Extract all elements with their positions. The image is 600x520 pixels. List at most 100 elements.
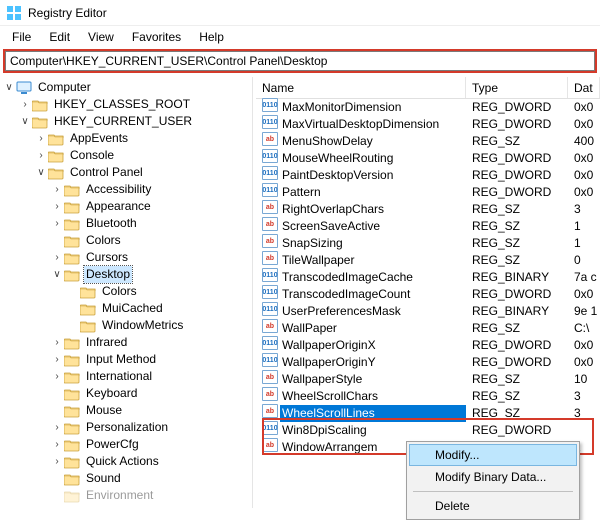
tree-infrared[interactable]: ›Infrared xyxy=(0,334,252,351)
value-name: UserPreferencesMask xyxy=(280,303,466,320)
value-row[interactable]: ScreenSaveActiveREG_SZ1 xyxy=(256,218,600,235)
tree-sound[interactable]: Sound xyxy=(0,470,252,487)
value-type: REG_DWORD xyxy=(466,286,568,303)
tree-quickactions[interactable]: ›Quick Actions xyxy=(0,453,252,470)
menu-favorites[interactable]: Favorites xyxy=(124,28,189,46)
value-data: 7a c xyxy=(568,269,600,286)
context-menu: Modify... Modify Binary Data... Delete xyxy=(406,441,580,520)
context-delete[interactable]: Delete xyxy=(409,495,577,517)
value-row[interactable]: MenuShowDelayREG_SZ400 xyxy=(256,133,600,150)
value-data: 0x0 xyxy=(568,150,600,167)
tree-pane[interactable]: ∨Computer ›HKEY_CLASSES_ROOT ∨HKEY_CURRE… xyxy=(0,77,252,508)
tree-desktop[interactable]: ∨Desktop xyxy=(0,266,252,283)
menu-edit[interactable]: Edit xyxy=(41,28,78,46)
value-row[interactable]: WheelScrollCharsREG_SZ3 xyxy=(256,388,600,405)
value-name: MaxVirtualDesktopDimension xyxy=(280,116,466,133)
value-data: 0x0 xyxy=(568,354,600,371)
value-name: Win8DpiScaling xyxy=(280,422,466,439)
value-name: ScreenSaveActive xyxy=(280,218,466,235)
window-title: Registry Editor xyxy=(28,6,107,20)
value-row[interactable]: WallpaperOriginYREG_DWORD0x0 xyxy=(256,354,600,371)
menu-file[interactable]: File xyxy=(4,28,39,46)
tree-controlpanel[interactable]: ∨Control Panel xyxy=(0,164,252,181)
value-type: REG_SZ xyxy=(466,405,568,422)
tree-root[interactable]: ∨Computer xyxy=(0,79,252,96)
value-data: 0x0 xyxy=(568,286,600,303)
value-row[interactable]: RightOverlapCharsREG_SZ3 xyxy=(256,201,600,218)
column-type[interactable]: Type xyxy=(466,77,568,98)
value-data: 3 xyxy=(568,405,600,422)
value-row[interactable]: TranscodedImageCacheREG_BINARY7a c xyxy=(256,269,600,286)
value-row[interactable]: MouseWheelRoutingREG_DWORD0x0 xyxy=(256,150,600,167)
tree-accessibility[interactable]: ›Accessibility xyxy=(0,181,252,198)
context-separator xyxy=(413,491,573,492)
value-type: REG_DWORD xyxy=(466,167,568,184)
value-name: WheelScrollLines xyxy=(280,405,466,422)
value-data: 0 xyxy=(568,252,600,269)
tree-bluetooth[interactable]: ›Bluetooth xyxy=(0,215,252,232)
app-icon xyxy=(6,5,22,21)
menu-view[interactable]: View xyxy=(80,28,122,46)
tree-desktop-colors[interactable]: Colors xyxy=(0,283,252,300)
value-row[interactable]: TranscodedImageCountREG_DWORD0x0 xyxy=(256,286,600,303)
tree-desktop-windowmetrics[interactable]: WindowMetrics xyxy=(0,317,252,334)
value-type: REG_DWORD xyxy=(466,422,568,439)
value-type: REG_SZ xyxy=(466,201,568,218)
tree-console[interactable]: ›Console xyxy=(0,147,252,164)
tree-international[interactable]: ›International xyxy=(0,368,252,385)
value-type: REG_DWORD xyxy=(466,116,568,133)
tree-mouse[interactable]: Mouse xyxy=(0,402,252,419)
value-name: WallpaperOriginX xyxy=(280,337,466,354)
value-row[interactable]: PaintDesktopVersionREG_DWORD0x0 xyxy=(256,167,600,184)
menu-help[interactable]: Help xyxy=(191,28,232,46)
tree-hkcu[interactable]: ∨HKEY_CURRENT_USER xyxy=(0,113,252,130)
tree-inputmethod[interactable]: ›Input Method xyxy=(0,351,252,368)
value-data: 0x0 xyxy=(568,184,600,201)
value-data: 3 xyxy=(568,201,600,218)
tree-keyboard[interactable]: Keyboard xyxy=(0,385,252,402)
context-modify-binary[interactable]: Modify Binary Data... xyxy=(409,466,577,488)
value-row[interactable]: MaxVirtualDesktopDimensionREG_DWORD0x0 xyxy=(256,116,600,133)
column-data[interactable]: Dat xyxy=(568,77,600,98)
value-data: 0x0 xyxy=(568,337,600,354)
tree-appevents[interactable]: ›AppEvents xyxy=(0,130,252,147)
value-row[interactable]: UserPreferencesMaskREG_BINARY9e 1 xyxy=(256,303,600,320)
value-row[interactable]: TileWallpaperREG_SZ0 xyxy=(256,252,600,269)
context-modify[interactable]: Modify... xyxy=(409,444,577,466)
tree-appearance[interactable]: ›Appearance xyxy=(0,198,252,215)
value-name: MaxMonitorDimension xyxy=(280,99,466,116)
value-row[interactable]: WallPaperREG_SZC:\ xyxy=(256,320,600,337)
value-row[interactable]: WallpaperStyleREG_SZ10 xyxy=(256,371,600,388)
value-data: 0x0 xyxy=(568,167,600,184)
tree-cursors[interactable]: ›Cursors xyxy=(0,249,252,266)
value-row[interactable]: SnapSizingREG_SZ1 xyxy=(256,235,600,252)
tree-powercfg[interactable]: ›PowerCfg xyxy=(0,436,252,453)
address-input[interactable] xyxy=(5,51,595,71)
value-name: TileWallpaper xyxy=(280,252,466,269)
value-name: WallpaperOriginY xyxy=(280,354,466,371)
value-type: REG_SZ xyxy=(466,235,568,252)
value-row[interactable]: MaxMonitorDimensionREG_DWORD0x0 xyxy=(256,99,600,116)
value-row[interactable]: PatternREG_DWORD0x0 xyxy=(256,184,600,201)
column-name[interactable]: Name xyxy=(256,77,466,98)
tree-environment[interactable]: Environment xyxy=(0,487,252,504)
value-type: REG_SZ xyxy=(466,320,568,337)
value-row[interactable]: WheelScrollLinesREG_SZ3 xyxy=(256,405,600,422)
value-data: C:\ xyxy=(568,320,600,337)
value-type: REG_SZ xyxy=(466,371,568,388)
value-row[interactable]: Win8DpiScalingREG_DWORD xyxy=(256,422,600,439)
tree-desktop-muicached[interactable]: MuiCached xyxy=(0,300,252,317)
value-type: REG_SZ xyxy=(466,388,568,405)
tree-hkcr[interactable]: ›HKEY_CLASSES_ROOT xyxy=(0,96,252,113)
tree-colors[interactable]: Colors xyxy=(0,232,252,249)
value-data: 10 xyxy=(568,371,600,388)
value-name: MouseWheelRouting xyxy=(280,150,466,167)
value-row[interactable]: WallpaperOriginXREG_DWORD0x0 xyxy=(256,337,600,354)
address-bar-highlight xyxy=(3,49,597,73)
value-name: RightOverlapChars xyxy=(280,201,466,218)
value-name: TranscodedImageCount xyxy=(280,286,466,303)
value-data: 0x0 xyxy=(568,116,600,133)
tree-personalization[interactable]: ›Personalization xyxy=(0,419,252,436)
value-name: WallpaperStyle xyxy=(280,371,466,388)
value-data: 0x0 xyxy=(568,99,600,116)
